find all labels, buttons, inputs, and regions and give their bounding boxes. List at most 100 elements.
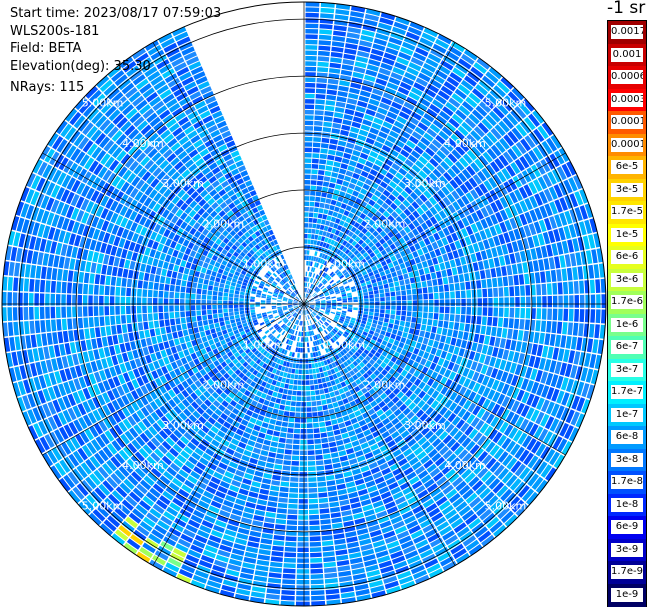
range-gate [514,286,520,296]
range-gate [317,481,327,487]
range-gate [313,379,318,385]
range-gate [408,346,415,353]
range-gate [346,425,354,432]
range-gate [251,429,259,437]
range-gate [400,337,407,344]
range-gate [251,452,260,460]
range-gate [353,445,362,452]
range-gate [575,252,582,266]
range-gate [281,377,287,383]
range-gate [334,107,345,113]
range-gate [312,142,321,148]
range-gate [353,304,358,308]
range-gate [276,453,284,459]
range-gate [423,300,429,306]
range-gate [203,325,210,331]
range-gate [386,273,392,279]
range-gate [320,13,334,19]
range-gate [321,304,326,306]
range-gate [520,308,526,319]
range-gate [403,273,409,280]
range-gate [465,281,471,290]
range-gate [377,281,383,286]
range-gate [299,455,307,461]
range-gate [579,294,585,308]
range-gate [286,433,294,439]
range-gate [322,545,335,552]
range-gate [260,538,273,545]
range-gate [336,96,347,103]
range-gate [334,14,349,21]
range-gate [466,307,472,315]
range-gate [338,422,346,429]
range-gate [277,442,286,449]
range-gate [288,493,298,498]
range-gate [304,342,307,348]
range-gate [305,353,308,358]
range-gate [326,425,333,432]
range-gate [440,350,448,359]
range-gate [306,255,309,261]
range-gate [114,344,121,355]
range-gate [368,315,374,320]
range-gate [151,336,158,345]
range-gate [332,522,343,529]
range-gate [327,210,334,216]
range-gate [566,267,573,281]
range-gate [342,119,352,126]
range-gate [352,150,361,157]
range-gate [318,164,326,170]
range-gate [334,112,344,119]
range-gate [541,308,547,320]
range-gate [509,253,516,264]
range-gate [391,305,396,310]
range-gate [140,338,147,348]
range-gate [247,462,257,470]
range-gate [291,466,299,472]
range-gate [491,247,498,258]
range-gate [173,338,180,346]
range-gate [304,163,312,169]
range-gate [297,385,302,391]
range-gate [545,270,552,283]
range-gate [304,250,307,255]
range-gate [313,212,318,218]
range-gate [449,283,455,291]
range-gate [372,319,378,325]
range-gate [337,173,345,180]
range-gate [334,544,347,551]
range-gate [300,418,307,423]
range-gate [514,307,520,318]
range-gate [261,533,273,540]
range-gate [259,543,272,550]
range-gate [449,259,456,268]
range-gate [342,306,347,309]
range-gate [344,420,352,427]
range-gate [270,485,280,492]
range-gate [311,228,316,234]
range-gate [337,91,348,98]
range-gate [364,301,369,305]
range-gate [315,94,326,100]
range-gate [367,318,373,323]
range-gate [142,346,150,356]
range-gate [332,462,342,469]
range-gate [461,306,466,315]
range-gate [453,322,460,330]
range-gate [309,514,320,520]
range-gate [309,201,315,207]
range-gate [432,279,438,286]
range-gate [502,276,509,287]
range-gate [287,428,294,433]
range-gate [305,374,310,380]
range-gate [513,275,519,286]
range-gate [315,368,320,373]
range-gate [286,520,298,525]
range-gate [363,311,369,315]
range-gate [327,485,337,492]
range-gate [308,482,317,488]
range-gate [407,295,412,301]
range-gate [342,515,353,522]
range-gate [321,437,329,444]
range-gate [434,306,439,313]
